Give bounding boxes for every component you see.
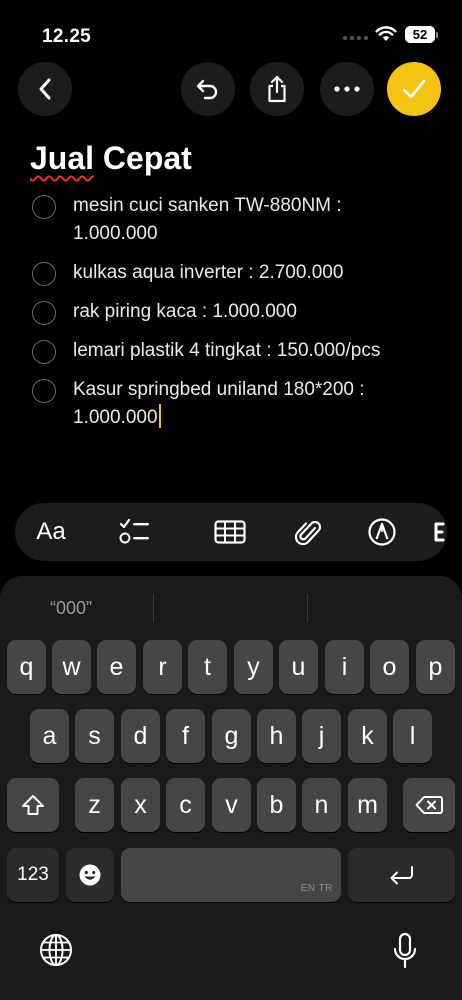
key-b[interactable]: b (257, 778, 296, 832)
attachment-button[interactable] (286, 503, 330, 561)
key-f[interactable]: f (166, 709, 205, 763)
space-key[interactable]: EN TR (121, 848, 341, 902)
markup-button[interactable] (360, 503, 404, 561)
checklist-item-text: mesin cuci sanken TW-880NM : (73, 195, 342, 216)
key-c[interactable]: c (166, 778, 205, 832)
note-title-misspelled-word: Jual (30, 140, 95, 176)
key-g[interactable]: g (212, 709, 251, 763)
checklist-icon (119, 518, 149, 544)
numbers-key[interactable]: 123 (7, 848, 59, 902)
share-button[interactable] (250, 62, 304, 116)
checkbox-circle-icon[interactable] (32, 301, 56, 325)
checklist-item-text-continued: 1.000.000 (73, 407, 158, 428)
status-bar: 12.25 52 (0, 0, 462, 56)
more-options-button[interactable] (320, 62, 374, 116)
key-k[interactable]: k (348, 709, 387, 763)
cellular-signal-icon (343, 36, 368, 40)
prediction-suggestion[interactable]: “000” (50, 598, 92, 619)
back-button[interactable] (18, 62, 72, 116)
emoji-key[interactable] (66, 848, 114, 902)
checkbox-circle-icon[interactable] (32, 379, 56, 403)
key-j[interactable]: j (302, 709, 341, 763)
key-u[interactable]: u (279, 640, 318, 694)
checklist-item[interactable]: rak piring kaca : 1.000.000 (30, 298, 440, 326)
checklist-item-text: kulkas aqua inverter : 2.700.000 (73, 262, 344, 283)
checkmark-icon (402, 79, 426, 99)
battery-level: 52 (405, 26, 435, 43)
key-y[interactable]: y (234, 640, 273, 694)
checkbox-circle-icon[interactable] (32, 340, 56, 364)
checkbox-circle-icon[interactable] (32, 262, 56, 286)
key-x[interactable]: x (121, 778, 160, 832)
checklist-button[interactable] (113, 503, 157, 561)
key-l[interactable]: l (393, 709, 432, 763)
battery-tip (436, 32, 438, 38)
done-button[interactable] (387, 62, 441, 116)
keyboard: “000” q w e r t y u i o p a s d f g h j … (0, 576, 462, 1000)
globe-icon (40, 934, 72, 966)
checkbox-circle-icon[interactable] (32, 195, 56, 219)
backspace-icon (415, 796, 443, 814)
share-icon (268, 75, 286, 103)
pen-tip-icon (368, 518, 396, 546)
key-d[interactable]: d (121, 709, 160, 763)
paperclip-icon (295, 520, 321, 546)
wifi-icon (375, 26, 397, 41)
checklist-item-text: lemari plastik 4 tingkat : 150.000/pcs (73, 340, 381, 361)
key-s[interactable]: s (75, 709, 114, 763)
key-v[interactable]: v (212, 778, 251, 832)
key-a[interactable]: a (30, 709, 69, 763)
return-key[interactable] (348, 848, 455, 902)
shift-key[interactable] (7, 778, 59, 832)
key-n[interactable]: n (302, 778, 341, 832)
key-h[interactable]: h (257, 709, 296, 763)
key-e[interactable]: e (97, 640, 136, 694)
key-t[interactable]: t (188, 640, 227, 694)
globe-language-button[interactable] (38, 932, 74, 968)
predictive-text-bar: “000” (0, 576, 462, 636)
text-style-button[interactable]: Aa (29, 503, 73, 561)
undo-icon (196, 79, 218, 100)
partial-icon (434, 522, 445, 542)
ellipsis-icon (334, 86, 360, 92)
checklist: mesin cuci sanken TW-880NM : 1.000.000 k… (30, 192, 440, 443)
checklist-item[interactable]: kulkas aqua inverter : 2.700.000 (30, 259, 440, 287)
prediction-divider (307, 594, 308, 622)
table-button[interactable] (208, 503, 252, 561)
checklist-item-text: rak piring kaca : 1.000.000 (73, 301, 297, 322)
checklist-item[interactable]: Kasur springbed uniland 180*200 : 1.000.… (30, 376, 440, 432)
dictation-button[interactable] (390, 931, 420, 971)
delete-key[interactable] (403, 778, 455, 832)
key-m[interactable]: m (348, 778, 387, 832)
emoji-icon (79, 864, 101, 886)
checklist-item[interactable]: lemari plastik 4 tingkat : 150.000/pcs (30, 337, 440, 365)
key-w[interactable]: w (52, 640, 91, 694)
shift-arrow-icon (22, 795, 44, 815)
chevron-left-icon (39, 78, 51, 100)
checklist-item-text-continued: 1.000.000 (73, 223, 158, 244)
key-o[interactable]: o (370, 640, 409, 694)
return-arrow-icon (390, 866, 413, 885)
text-cursor (158, 404, 161, 428)
key-r[interactable]: r (143, 640, 182, 694)
key-i[interactable]: i (325, 640, 364, 694)
status-time: 12.25 (42, 26, 92, 47)
keyboard-language-label: EN TR (300, 883, 333, 894)
key-z[interactable]: z (75, 778, 114, 832)
note-title-rest: Cepat (94, 140, 192, 176)
microphone-icon (393, 932, 417, 969)
more-format-button[interactable] (429, 503, 447, 561)
checklist-item[interactable]: mesin cuci sanken TW-880NM : 1.000.000 (30, 192, 440, 248)
checklist-item-text: Kasur springbed uniland 180*200 : (73, 379, 365, 400)
format-toolbar: Aa (15, 503, 447, 561)
note-title[interactable]: Jual Cepat (30, 140, 192, 177)
undo-button[interactable] (181, 62, 235, 116)
table-icon (214, 520, 246, 544)
key-p[interactable]: p (416, 640, 455, 694)
prediction-divider (153, 594, 154, 622)
key-q[interactable]: q (7, 640, 46, 694)
